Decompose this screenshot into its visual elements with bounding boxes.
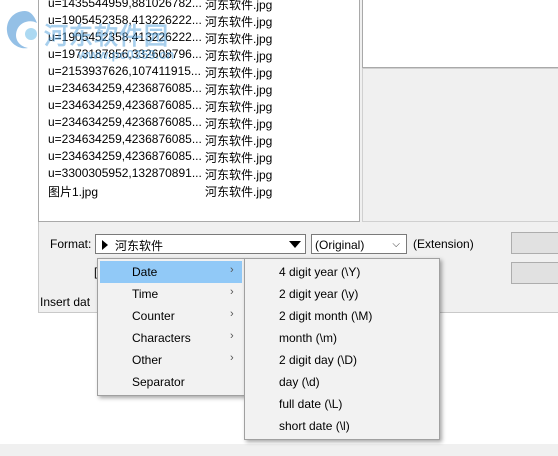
list-item[interactable]: u=234634259,4236876085... 河东软件.jpg bbox=[39, 79, 359, 97]
original-name: u=234634259,4236876085... bbox=[48, 149, 202, 163]
menu-item-characters[interactable]: Characters › bbox=[100, 327, 242, 349]
chevron-down-icon: ⌵ bbox=[392, 239, 400, 250]
format-value: 河东软件 bbox=[115, 239, 164, 253]
new-name: 河东软件.jpg bbox=[205, 185, 273, 199]
submenu-item-label: 4 digit year (\Y) bbox=[279, 265, 361, 279]
date-submenu: 4 digit year (\Y) 2 digit year (\y) 2 di… bbox=[244, 258, 440, 440]
submenu-arrow-icon: › bbox=[230, 286, 234, 298]
submenu-item-month[interactable]: month (\m) bbox=[247, 327, 437, 349]
case-value: (Original) bbox=[315, 238, 365, 252]
submenu-item-label: day (\d) bbox=[279, 375, 320, 389]
watermark-logo: 河东软件园 www.pc0359.cn bbox=[0, 0, 200, 70]
menu-item-label: Date bbox=[132, 265, 158, 279]
original-name: u=234634259,4236876085... bbox=[48, 81, 202, 95]
original-name: 图片1.jpg bbox=[48, 185, 99, 199]
watermark-emblem-icon bbox=[6, 11, 37, 49]
submenu-arrow-icon: › bbox=[230, 308, 234, 320]
submenu-item-label: 2 digit month (\M) bbox=[279, 309, 373, 323]
watermark-site-name: 河东软件园 bbox=[44, 23, 169, 50]
submenu-arrow-icon: › bbox=[230, 352, 234, 364]
submenu-item-short-date[interactable]: short date (\l) bbox=[247, 415, 437, 437]
menu-item-separator[interactable]: Separator bbox=[100, 371, 242, 393]
info-pane bbox=[362, 68, 558, 222]
submenu-item-label: month (\m) bbox=[279, 331, 338, 345]
original-name: u=234634259,4236876085... bbox=[48, 115, 202, 129]
list-item[interactable]: u=3300305952,132870891... 河东软件.jpg bbox=[39, 164, 359, 182]
play-icon bbox=[102, 240, 108, 250]
original-name: u=234634259,4236876085... bbox=[48, 98, 202, 112]
insert-date-label: Insert dat bbox=[40, 295, 91, 309]
case-select[interactable]: (Original) ⌵ bbox=[311, 234, 407, 254]
menu-item-label: Time bbox=[132, 287, 159, 301]
menu-item-label: Other bbox=[132, 353, 163, 367]
side-button-1[interactable] bbox=[511, 232, 558, 254]
menu-item-counter[interactable]: Counter › bbox=[100, 305, 242, 327]
submenu-item-label: 2 digit year (\y) bbox=[279, 287, 359, 301]
preview-pane bbox=[362, 0, 558, 68]
list-item[interactable]: u=234634259,4236876085... 河东软件.jpg bbox=[39, 130, 359, 148]
submenu-item-day[interactable]: day (\d) bbox=[247, 371, 437, 393]
list-item[interactable]: u=234634259,4236876085... 河东软件.jpg bbox=[39, 96, 359, 114]
list-item[interactable]: u=234634259,4236876085... 河东软件.jpg bbox=[39, 147, 359, 165]
submenu-item-2-digit-year[interactable]: 2 digit year (\y) bbox=[247, 283, 437, 305]
original-name: u=234634259,4236876085... bbox=[48, 132, 202, 146]
submenu-item-4-digit-year[interactable]: 4 digit year (\Y) bbox=[247, 261, 437, 283]
menu-item-label: Counter bbox=[132, 309, 175, 323]
menu-item-other[interactable]: Other › bbox=[100, 349, 242, 371]
format-input[interactable]: 河东软件 bbox=[95, 234, 306, 254]
submenu-item-label: short date (\l) bbox=[279, 419, 350, 433]
watermark-url: www.pc0359.cn bbox=[78, 47, 175, 62]
insert-menu: Date › Time › Counter › Characters › Oth… bbox=[97, 258, 245, 396]
extension-label: (Extension) bbox=[413, 237, 474, 251]
menu-item-date[interactable]: Date › bbox=[100, 261, 242, 283]
list-item[interactable]: 图片1.jpg 河东软件.jpg bbox=[39, 181, 359, 199]
side-button-2[interactable] bbox=[511, 262, 558, 284]
menu-item-time[interactable]: Time › bbox=[100, 283, 242, 305]
submenu-item-full-date[interactable]: full date (\L) bbox=[247, 393, 437, 415]
format-label: Format: bbox=[50, 237, 92, 251]
list-item[interactable]: u=234634259,4236876085... 河东软件.jpg bbox=[39, 113, 359, 131]
submenu-item-label: full date (\L) bbox=[279, 397, 343, 411]
submenu-item-2-digit-day[interactable]: 2 digit day (\D) bbox=[247, 349, 437, 371]
menu-item-label: Characters bbox=[132, 331, 191, 345]
menu-item-label: Separator bbox=[132, 375, 185, 389]
original-name: u=3300305952,132870891... bbox=[48, 166, 202, 180]
dropdown-arrow-icon[interactable] bbox=[289, 241, 301, 248]
submenu-arrow-icon: › bbox=[230, 330, 234, 342]
status-strip bbox=[0, 444, 558, 456]
submenu-arrow-icon: › bbox=[230, 264, 234, 276]
submenu-item-2-digit-month[interactable]: 2 digit month (\M) bbox=[247, 305, 437, 327]
submenu-item-label: 2 digit day (\D) bbox=[279, 353, 358, 367]
